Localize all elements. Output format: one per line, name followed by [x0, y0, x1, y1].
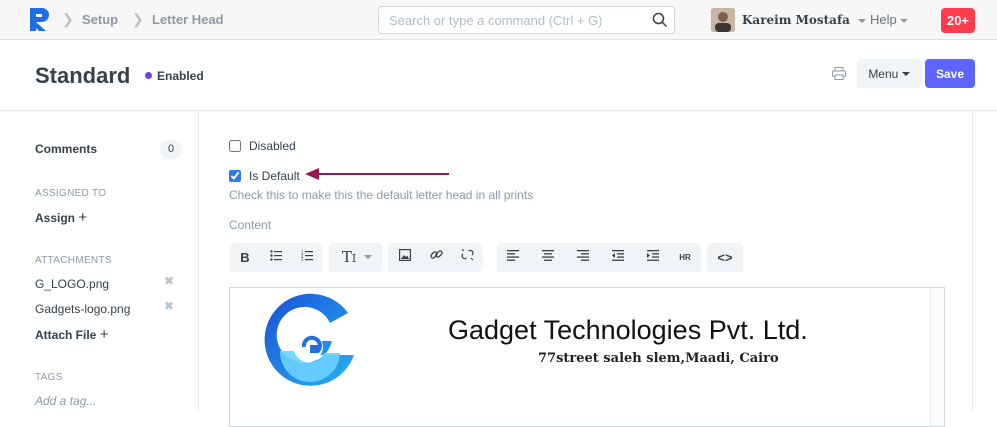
font-size-dropdown[interactable]: TI [329, 243, 382, 272]
chevron-right-icon: ❯ [132, 11, 144, 27]
search-box [378, 6, 675, 34]
attachments-heading: ATTACHMENTS [35, 255, 112, 266]
chevron-right-icon: ❯ [62, 11, 74, 27]
is-default-checkbox[interactable] [229, 170, 241, 182]
caret-down-icon [858, 18, 867, 23]
disabled-label: Disabled [249, 139, 296, 153]
company-logo-icon [258, 293, 362, 402]
search-input[interactable] [389, 7, 649, 33]
status-label: Enabled [157, 69, 204, 83]
add-tag-input[interactable]: Add a tag... [35, 394, 96, 408]
navbar: ❯ Setup ❯ Letter Head Kareim Mostafa Hel… [0, 0, 997, 40]
caret-down-icon [900, 18, 909, 23]
letterhead-address: 77street saleh slem,Maadi, Cairo [538, 351, 779, 366]
page-header: Standard Enabled Menu Save [0, 41, 997, 111]
status-indicator: Enabled [145, 69, 204, 83]
content-label: Content [229, 218, 272, 232]
help-menu[interactable]: Help [870, 12, 909, 27]
menu-button[interactable]: Menu [857, 59, 921, 88]
search-icon[interactable] [652, 12, 668, 33]
format-group: B 123 [229, 243, 323, 272]
is-default-label: Is Default [249, 169, 300, 183]
image-icon[interactable] [391, 243, 419, 272]
align-center-icon[interactable] [534, 243, 562, 272]
is-default-field: Is Default [229, 169, 300, 183]
app-logo-icon[interactable] [28, 6, 52, 37]
attachment-link[interactable]: G_LOGO.png [35, 277, 109, 291]
assigned-to-heading: ASSIGNED TO [35, 188, 107, 199]
content-editor[interactable]: Gadget Technologies Pvt. Ltd. 77street s… [229, 287, 945, 427]
annotation-arrow-icon [305, 166, 451, 187]
code-view-button[interactable]: <> [707, 243, 743, 272]
code-icon: <> [717, 250, 733, 265]
editor-scrollbar[interactable] [930, 288, 944, 426]
breadcrumb-letter-head[interactable]: Letter Head [152, 12, 224, 27]
remove-attachment-icon[interactable]: ✖ [164, 299, 174, 313]
assign-label: Assign [35, 211, 76, 225]
insert-group [388, 243, 483, 272]
link-icon[interactable] [422, 243, 450, 272]
caret-down-icon [364, 255, 372, 259]
caret-down-icon [901, 72, 910, 77]
plus-icon: + [78, 209, 88, 226]
help-label: Help [870, 12, 897, 27]
indent-icon[interactable] [639, 243, 667, 272]
align-left-icon[interactable] [499, 243, 527, 272]
comments-link[interactable]: Comments [35, 142, 97, 156]
attach-file-label: Attach File [35, 328, 97, 342]
horizontal-rule-button[interactable]: HR [671, 243, 699, 272]
user-name: Kareim Mostafa [742, 13, 850, 27]
bullet-list-icon[interactable] [262, 243, 290, 272]
tags-heading: TAGS [35, 372, 63, 383]
align-right-icon[interactable] [569, 243, 597, 272]
font-size-icon: TI [341, 248, 357, 266]
save-button[interactable]: Save [925, 59, 975, 88]
form-sidebar: Comments 0 ASSIGNED TO Assign + ATTACHME… [0, 112, 197, 412]
menu-label: Menu [868, 66, 899, 81]
disabled-field: Disabled [229, 139, 296, 153]
outdent-icon[interactable] [604, 243, 632, 272]
attach-file-button[interactable]: Attach File + [35, 326, 108, 343]
unlink-icon[interactable] [453, 243, 481, 272]
breadcrumb-setup[interactable]: Setup [82, 12, 118, 27]
letterhead-company-name: Gadget Technologies Pvt. Ltd. [448, 315, 808, 345]
svg-text:3: 3 [301, 257, 304, 261]
bold-button[interactable]: B [231, 243, 259, 272]
print-icon[interactable] [832, 67, 846, 85]
comments-count-badge: 0 [160, 140, 182, 159]
disabled-checkbox[interactable] [229, 140, 241, 152]
remove-attachment-icon[interactable]: ✖ [164, 274, 174, 288]
user-menu[interactable]: Kareim Mostafa [742, 13, 867, 27]
ordered-list-icon[interactable]: 123 [293, 243, 321, 272]
attachment-link[interactable]: Gadgets-logo.png [35, 302, 130, 316]
notification-badge[interactable]: 20+ [941, 8, 975, 33]
page-title: Standard [35, 63, 131, 88]
avatar[interactable] [711, 8, 735, 32]
assign-button[interactable]: Assign + [35, 209, 87, 226]
form-body: Disabled Is Default Check this to make t… [198, 112, 973, 427]
is-default-help-text: Check this to make this the default lett… [229, 188, 534, 202]
align-group: HR [497, 243, 701, 272]
plus-icon: + [99, 326, 109, 343]
status-dot-icon [145, 72, 152, 80]
